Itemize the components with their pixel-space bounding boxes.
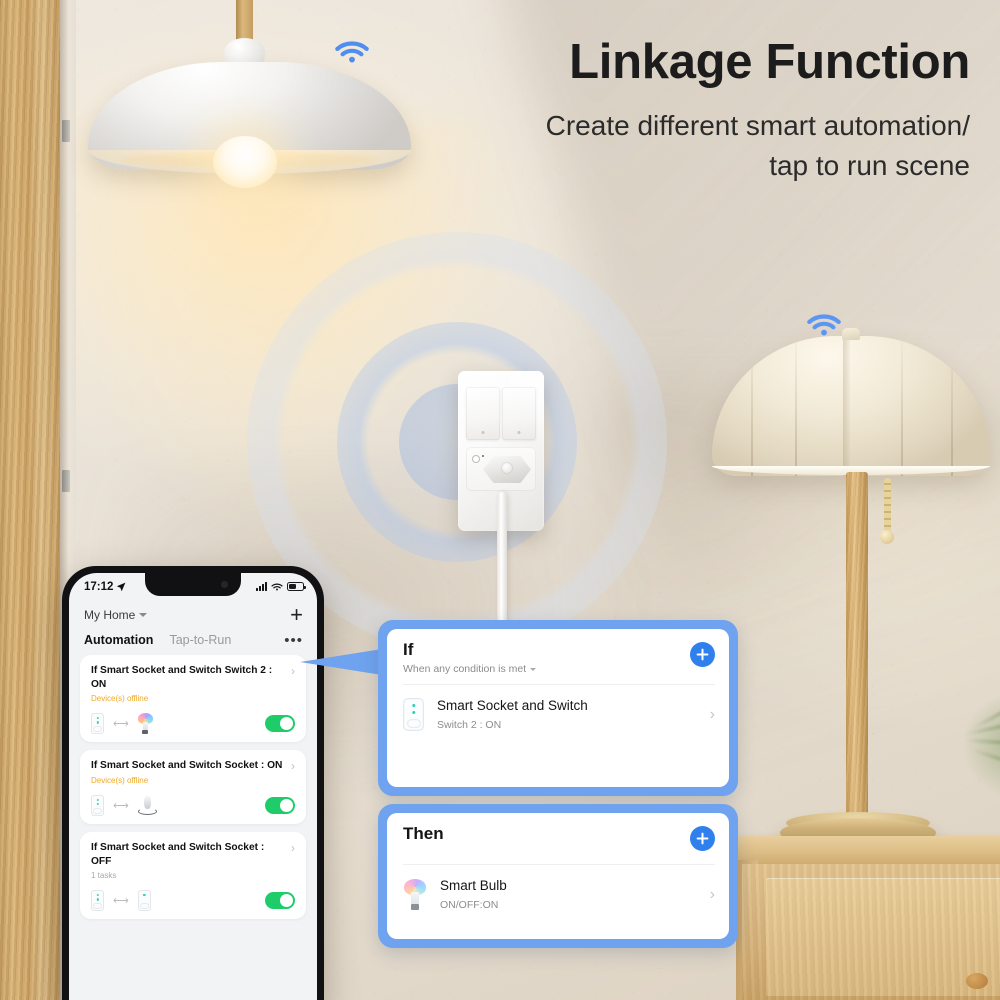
scene-stage: Linkage Function Create different smart … [0,0,1000,1000]
smart-bulb-icon [403,878,427,911]
socket-outlet[interactable] [466,447,536,491]
home-selector-label: My Home [84,608,136,622]
socket-led-dot [482,455,484,457]
tab-automation[interactable]: Automation [84,633,153,647]
if-add-button[interactable] [690,642,715,667]
pendant-lamp-bulb [213,136,277,188]
then-callout-card: Then Smart Bulb ON/OFF:ON › [378,804,738,948]
status-bar-indicators [256,582,306,591]
then-device-name: Smart Bulb [440,878,507,894]
plant-leaves [962,690,1000,800]
automation-list: If Smart Socket and Switch Switch 2 : ON… [69,655,317,920]
arrow-right-icon: ⟷ [113,895,129,908]
subtitle-line-2: tap to run scene [769,149,970,181]
then-action-row[interactable]: Smart Bulb ON/OFF:ON › [387,865,729,911]
rocker-switch-1[interactable] [466,387,500,440]
page-subtitle: Create different smart automation/ tap t… [430,106,970,186]
cellular-signal-icon [256,582,267,591]
table-lamp-finial [842,328,860,340]
arrow-right-icon: ⟷ [113,718,129,731]
add-button[interactable]: + [290,604,303,626]
door-frame-wood [0,0,60,1000]
automation-card[interactable]: If Smart Socket and Switch Socket : OFF … [80,832,306,920]
automation-toggle[interactable] [265,715,295,733]
home-selector[interactable]: My Home [84,608,148,622]
phone-status-bar: 17:12 [69,573,317,600]
plus-icon [696,832,709,845]
tab-tap-to-run[interactable]: Tap-to-Run [169,633,231,647]
chevron-right-icon[interactable]: › [291,760,295,772]
wifi-icon [271,583,283,591]
chevron-down-icon [530,667,537,671]
smart-fan-icon [137,795,157,816]
table-lamp-stem [846,472,868,844]
then-device-detail: ON/OFF:ON [440,898,499,911]
if-card-title: If [403,640,414,659]
automation-status: 1 tasks [91,871,117,881]
automation-title: If Smart Socket and Switch Socket : ON [91,760,283,772]
table-lamp-chain-ball[interactable] [880,530,894,544]
page-title: Linkage Function [569,35,970,89]
if-device-name: Smart Socket and Switch [437,698,588,714]
chevron-right-icon[interactable]: › [291,665,295,677]
rocker-switch-group[interactable] [466,387,536,440]
home-header-row: My Home + [69,600,317,628]
if-device-detail: Switch 2 : ON [437,718,502,731]
table-lamp-pull-chain[interactable] [884,478,891,532]
more-horizontal-icon[interactable]: ••• [284,633,303,648]
then-card-title: Then [403,824,444,843]
cabinet-drawer[interactable] [766,878,1000,996]
automation-title: If Smart Socket and Switch Socket : OFF [91,842,265,867]
tabs-row: Automation Tap-to-Run ••• [69,628,317,655]
automation-toggle[interactable] [265,797,295,815]
cabinet-top [736,836,1000,866]
chevron-right-icon[interactable]: › [291,842,295,854]
automation-card[interactable]: If Smart Socket and Switch Switch 2 : ON… [80,655,306,743]
smart-bulb-icon [137,713,153,735]
plus-icon [696,648,709,661]
then-add-button[interactable] [690,826,715,851]
smart-socket-icon [91,890,104,912]
automation-status: Device(s) offline [91,694,149,704]
smart-socket-icon [137,890,151,912]
cabinet-drawer-knob[interactable] [966,973,988,989]
smartphone-mockup: 17:12 My Home + Automation Tap-to-Run ••… [62,566,324,1000]
door-hinge [62,120,70,142]
automation-toggle[interactable] [265,892,295,910]
chevron-right-icon[interactable]: › [710,706,715,723]
if-callout-card: If When any condition is met Smart Socke… [378,620,738,796]
status-time: 17:12 [84,580,114,593]
chevron-right-icon[interactable]: › [710,886,715,903]
arrow-right-icon: ⟷ [113,800,129,813]
battery-icon [287,582,306,591]
automation-card[interactable]: If Smart Socket and Switch Socket : ON ›… [80,750,306,825]
automation-status: Device(s) offline [91,776,149,786]
subtitle-line-1: Create different smart automation/ [545,109,970,141]
plug-grip-hole [501,462,513,474]
phone-screen: 17:12 My Home + Automation Tap-to-Run ••… [69,573,317,1000]
smart-socket-icon [91,795,104,817]
door-hinge [62,470,70,492]
automation-title: If Smart Socket and Switch Switch 2 : ON [91,665,273,690]
if-condition-row[interactable]: Smart Socket and Switch Switch 2 : ON › [387,685,729,732]
socket-led-indicator [472,455,480,463]
smart-socket-icon [403,698,424,732]
rocker-switch-2[interactable] [502,387,536,440]
wifi-icon [806,310,842,338]
headline-block: Linkage Function Create different smart … [430,35,971,186]
wifi-icon [334,37,370,65]
if-condition-label: When any condition is met [403,663,527,676]
callout-pointer [300,648,388,676]
if-condition-selector[interactable]: When any condition is met [403,663,690,675]
status-bar-time-group: 17:12 [84,581,126,593]
chevron-down-icon [139,613,148,617]
location-arrow-icon [117,582,126,591]
smart-socket-icon [91,713,104,735]
